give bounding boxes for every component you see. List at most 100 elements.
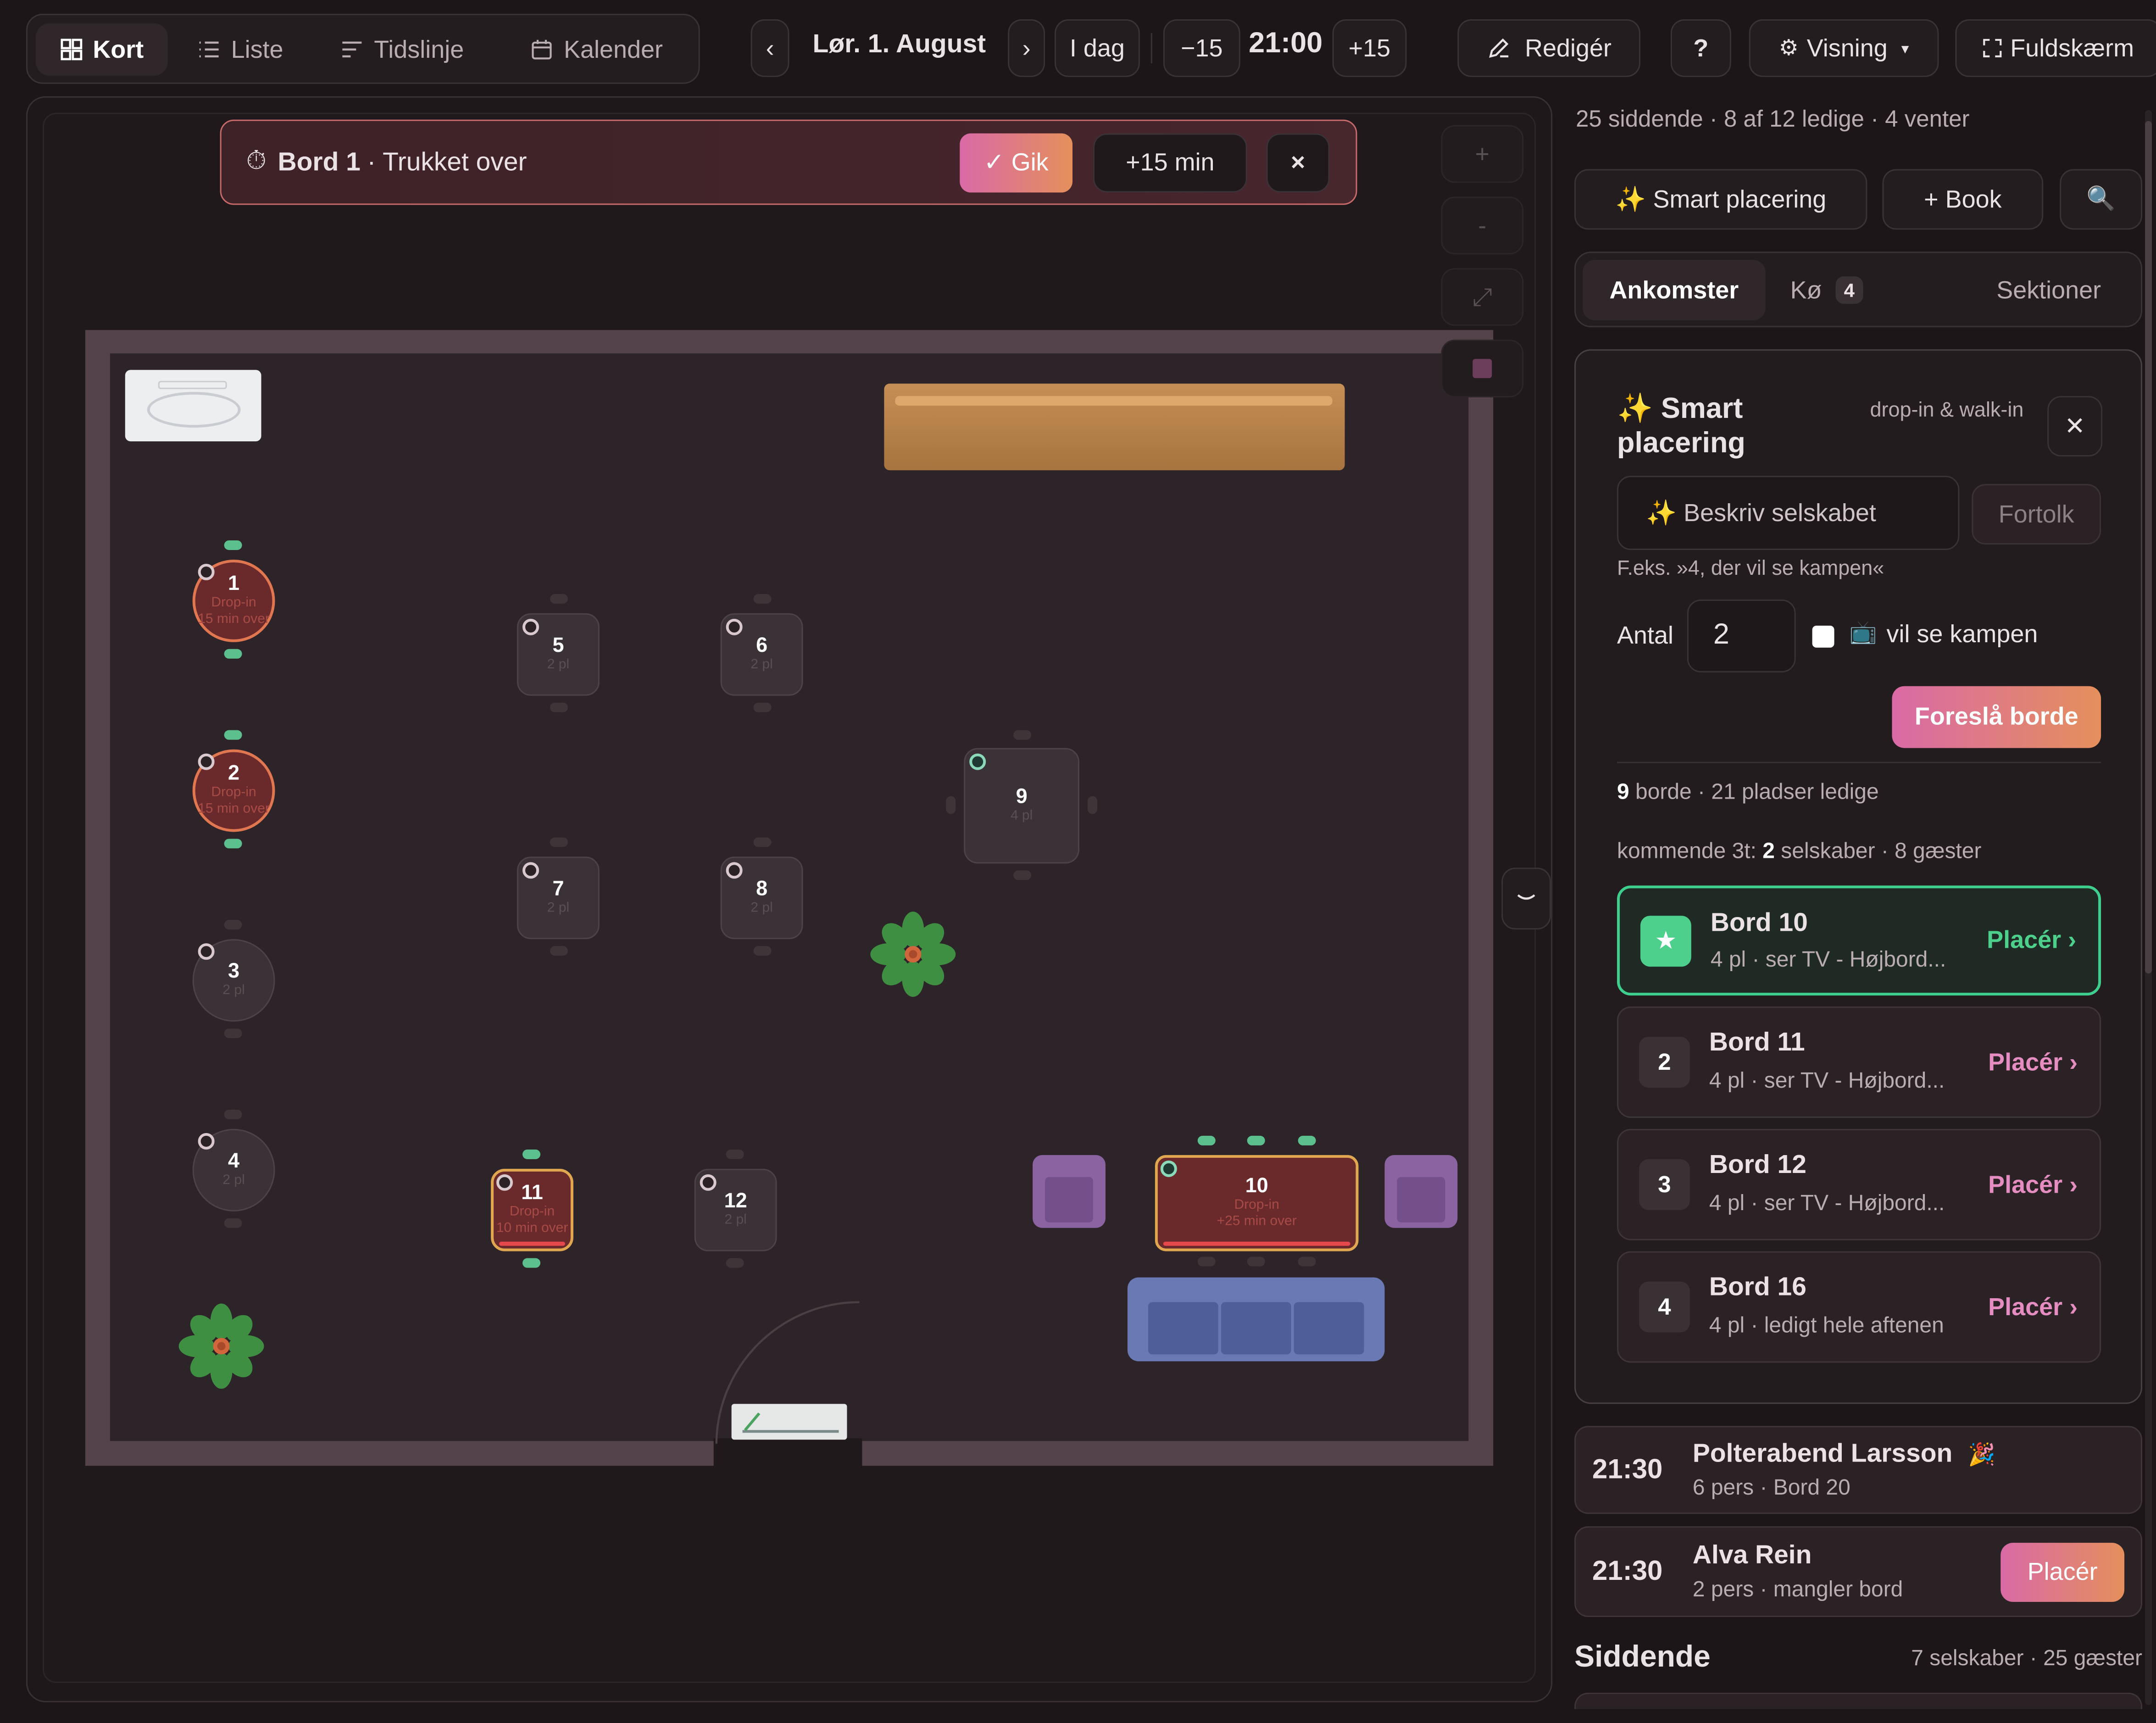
mark-left-button[interactable]: ✓ Gik — [960, 133, 1073, 193]
table-status: Drop-in — [211, 785, 256, 800]
tab-ko[interactable]: Kø 4 — [1782, 260, 1920, 321]
grid-icon — [60, 39, 82, 61]
status-dot — [198, 753, 215, 770]
extend-15-button[interactable]: +15 min — [1093, 133, 1247, 193]
book-button[interactable]: + Book — [1882, 169, 2044, 230]
app-root: Kort Liste Tidslinje Kalender ‹ Lør. 1. … — [0, 0, 2156, 1723]
arrival-name-text: Polterabend Larsson — [1692, 1440, 1953, 1469]
fullscreen-button[interactable]: Fuldskærm — [1955, 19, 2156, 77]
table-number: 2 — [228, 761, 240, 785]
view-liste-tab[interactable]: Liste — [198, 23, 283, 76]
view-switcher: Kort Liste Tidslinje Kalender — [26, 13, 700, 84]
suggestion-item[interactable]: ★ Bord 10 4 pl · ser TV - Højbord... Pla… — [1617, 885, 2101, 996]
calendar-icon — [532, 39, 552, 60]
list-icon — [199, 41, 219, 58]
place-button[interactable]: Placér › — [1988, 1293, 2078, 1322]
rank-badge: 3 — [1639, 1159, 1690, 1210]
chair — [1087, 796, 1097, 814]
suggestion-item[interactable]: 4 Bord 16 4 pl · ledigt hele aftenen Pla… — [1617, 1251, 2101, 1363]
smart-title-line1: ✨ Smart — [1617, 393, 1743, 425]
describe-party-placeholder: ✨ Beskriv selskabet — [1645, 498, 1876, 526]
suggestion-detail: 4 pl · ser TV - Højbord... — [1710, 949, 1946, 973]
chair — [224, 730, 242, 740]
table-status: Drop-in — [211, 595, 256, 611]
table-number: 7 — [552, 877, 564, 901]
collapse-panel-button[interactable] — [1501, 867, 1551, 930]
seated-heading: Siddende — [1574, 1639, 1711, 1673]
table-number: 6 — [756, 634, 768, 657]
arrival-name: Polterabend Larsson 🎉 — [1693, 1440, 1995, 1470]
tab-ankomster[interactable]: Ankomster — [1583, 260, 1766, 321]
table-number: 4 — [228, 1149, 240, 1173]
table-number: 10 — [1245, 1174, 1268, 1198]
panel-scrollbar[interactable] — [2145, 110, 2152, 1705]
close-smart-button[interactable]: ✕ — [2047, 396, 2103, 457]
chair — [1247, 1256, 1265, 1267]
status-dot — [198, 1133, 215, 1150]
zoom-in-button[interactable]: + — [1441, 125, 1524, 183]
arrival-time: 21:30 — [1592, 1455, 1663, 1485]
fullscreen-label: Fuldskærm — [2010, 33, 2134, 61]
place-button[interactable]: Placér › — [1987, 926, 2076, 955]
suggest-tables-button[interactable]: Foreslå borde — [1892, 686, 2101, 748]
status-dot — [198, 563, 215, 580]
help-button[interactable]: ? — [1670, 19, 1731, 77]
edit-button[interactable]: Redigér — [1457, 19, 1640, 77]
chair — [1298, 1135, 1316, 1145]
view-kalender-tab[interactable]: Kalender — [531, 23, 663, 76]
arrival-item[interactable]: 21:30 Polterabend Larsson 🎉 6 pers · Bor… — [1574, 1426, 2143, 1514]
today-button[interactable]: I dag — [1055, 19, 1140, 77]
view-tidslinje-tab[interactable]: Tidslinje — [341, 23, 464, 76]
table-seats: 2 pl — [547, 900, 570, 916]
armchair — [1033, 1155, 1106, 1228]
chair — [753, 837, 772, 847]
watch-match-checkbox[interactable] — [1812, 625, 1834, 648]
next-day-button[interactable]: › — [1008, 19, 1045, 77]
arrival-item[interactable]: 21:30 Alva Rein 2 pers · mangler bord Pl… — [1574, 1526, 2143, 1617]
place-arrival-button[interactable]: Placér — [2000, 1543, 2125, 1602]
table-seats: 2 pl — [222, 1173, 245, 1188]
display-dropdown[interactable]: ⚙ Visning ▾ — [1749, 19, 1939, 77]
zoom-out-button[interactable]: - — [1441, 196, 1524, 255]
close-alert-button[interactable]: × — [1266, 133, 1330, 193]
fit-map-button[interactable]: ⤢ — [1441, 268, 1524, 326]
suggestion-item[interactable]: 3 Bord 12 4 pl · ser TV - Højbord... Pla… — [1617, 1128, 2101, 1240]
watch-match-label: vil se kampen — [1886, 620, 2038, 648]
place-button[interactable]: Placér › — [1988, 1048, 2078, 1077]
view-tidslinje-label: Tidslinje — [374, 35, 464, 63]
party-size-input[interactable]: 2 — [1687, 599, 1796, 673]
upcoming-summary: kommende 3t: 2 selskaber · 8 gæster — [1617, 840, 1981, 865]
plant-icon — [178, 1303, 264, 1389]
suggestion-detail: 4 pl · ser TV - Højbord... — [1709, 1192, 1945, 1216]
time-plus-button[interactable]: +15 — [1332, 19, 1407, 77]
table-number: 3 — [228, 960, 240, 984]
tab-sektioner[interactable]: Sektioner — [1963, 260, 2134, 321]
chair — [224, 649, 242, 659]
describe-party-input[interactable]: ✨ Beskriv selskabet — [1617, 476, 1960, 550]
interpret-button[interactable]: Fortolk — [1972, 484, 2101, 545]
prev-day-button[interactable]: ‹ — [750, 19, 789, 77]
door-mat — [731, 1404, 847, 1440]
sofa — [1127, 1277, 1385, 1362]
view-liste-label: Liste — [231, 35, 283, 63]
armchair — [1384, 1155, 1458, 1228]
time-minus-button[interactable]: −15 — [1163, 19, 1240, 77]
suggestion-item[interactable]: 2 Bord 11 4 pl · ser TV - Højbord... Pla… — [1617, 1006, 2101, 1118]
save-layout-button[interactable] — [1441, 339, 1524, 398]
table-overtime: 10 min over — [496, 1221, 568, 1236]
table-number: 12 — [724, 1189, 747, 1213]
upcoming-prefix: kommende 3t: — [1617, 840, 1756, 864]
place-button[interactable]: Placér › — [1988, 1170, 2078, 1199]
alert-text: · Trukket over — [367, 148, 527, 178]
chair — [550, 594, 568, 604]
search-button[interactable]: 🔍 — [2060, 169, 2143, 230]
arrival-time: 21:30 — [1592, 1556, 1663, 1587]
tv-icon: 📺 — [1849, 621, 1877, 645]
table-10[interactable]: 10 Drop-in +25 min over — [1155, 1155, 1359, 1251]
smart-placement-button[interactable]: ✨ Smart placering — [1574, 169, 1867, 230]
gear-icon: ⚙ — [1778, 37, 1799, 61]
divider — [1150, 33, 1152, 63]
table-overtime: 15 min over — [198, 801, 270, 817]
chair — [1298, 1256, 1316, 1267]
view-kort-tab[interactable]: Kort — [35, 23, 168, 76]
